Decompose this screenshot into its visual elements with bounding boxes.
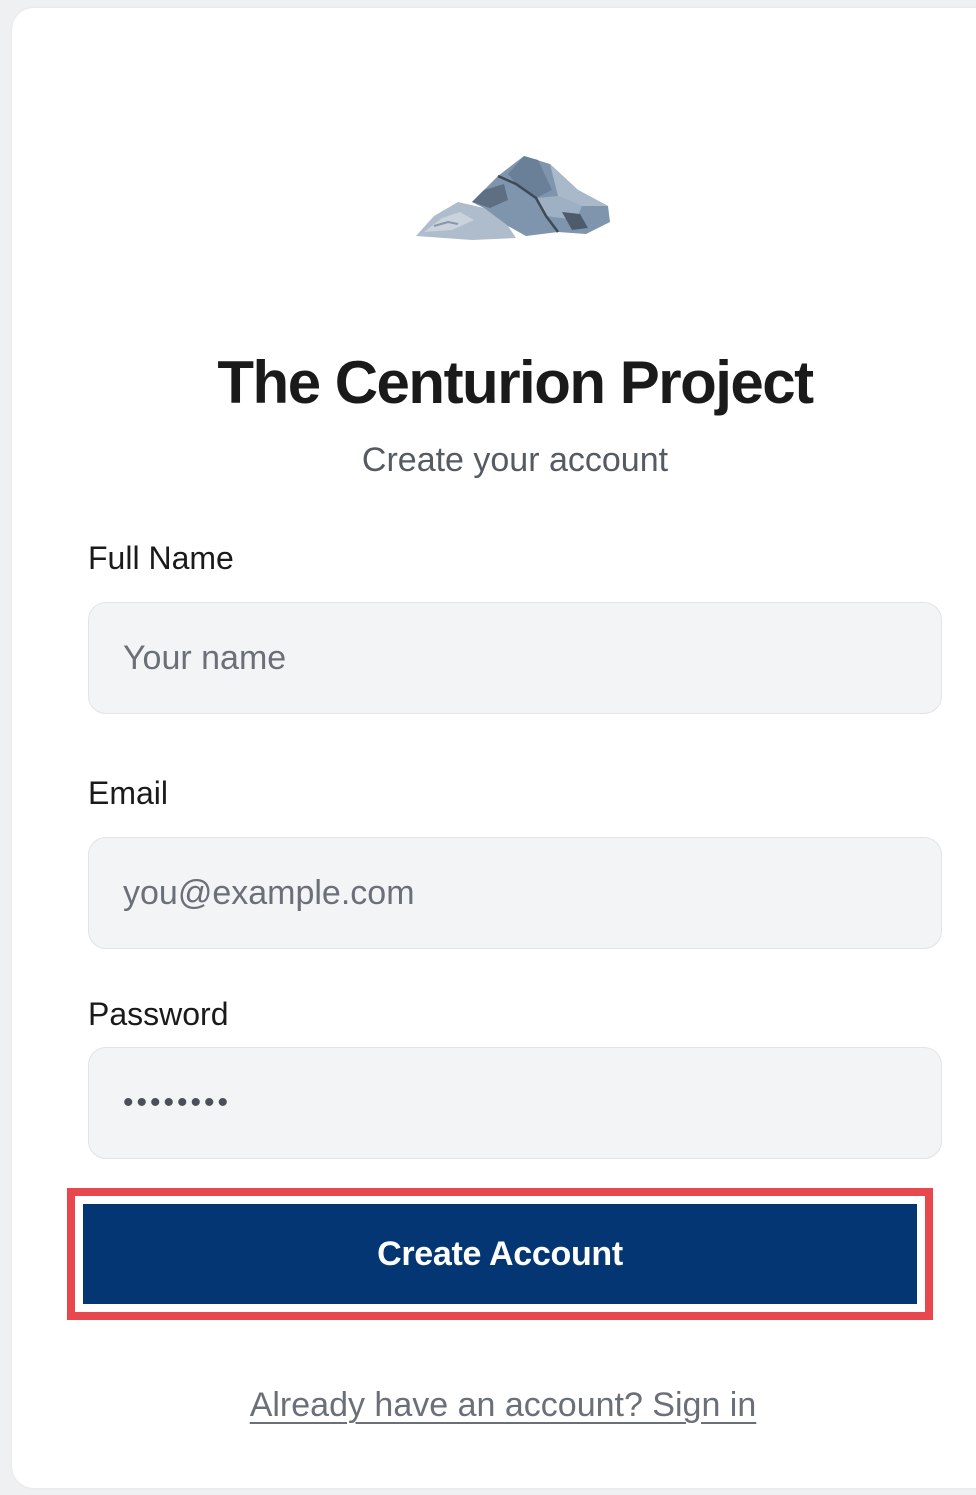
full-name-label: Full Name: [88, 540, 234, 576]
page-subtitle: Create your account: [361, 441, 669, 479]
full-name-input[interactable]: [88, 602, 942, 714]
signin-prompt: Already have an account? Sign in: [0, 1386, 976, 1425]
email-label: Email: [88, 775, 169, 811]
app-title: The Centurion Project: [217, 349, 814, 416]
email-input[interactable]: [88, 837, 942, 949]
password-label: Password: [88, 996, 229, 1032]
mountain-icon: [416, 156, 610, 240]
password-input[interactable]: [88, 1047, 942, 1159]
signin-link[interactable]: Already have an account? Sign in: [250, 1386, 757, 1424]
create-account-button[interactable]: Create Account: [83, 1204, 917, 1304]
